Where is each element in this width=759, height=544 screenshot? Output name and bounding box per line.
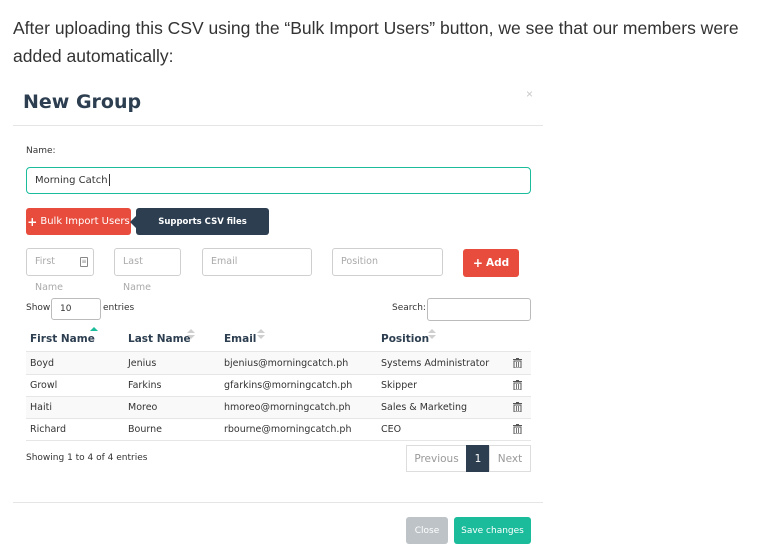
- position-field[interactable]: Position: [332, 248, 443, 276]
- row-divider: [26, 374, 531, 375]
- contact-card-icon: ≡: [80, 257, 88, 267]
- trash-icon[interactable]: [513, 380, 522, 390]
- sort-icon[interactable]: [90, 327, 98, 339]
- pagination-page-1[interactable]: 1: [466, 445, 490, 472]
- add-label: Add: [485, 257, 510, 269]
- cell-position: Sales & Marketing: [381, 402, 468, 413]
- pagination-next[interactable]: Next: [489, 445, 531, 472]
- group-name-value: Morning Catch: [35, 175, 108, 186]
- footer-divider: [13, 502, 543, 503]
- row-divider: [26, 440, 531, 441]
- row-divider: [26, 418, 531, 419]
- bulk-import-users-button[interactable]: + Bulk Import Users: [26, 208, 131, 235]
- name-label: Name:: [26, 146, 56, 156]
- show-label: Show: [26, 303, 51, 313]
- last-name-field[interactable]: Last Name: [114, 248, 181, 293]
- csv-tooltip: Supports CSV files: [130, 208, 269, 235]
- column-header-first-name[interactable]: First Name: [30, 333, 95, 345]
- cell-position: Systems Administrator: [381, 358, 490, 369]
- plus-icon: +: [27, 214, 38, 229]
- column-header-last-name[interactable]: Last Name: [128, 333, 191, 345]
- cell-last-name: Bourne: [128, 424, 162, 435]
- bulk-import-label: Bulk Import Users: [40, 216, 130, 227]
- close-button[interactable]: Close: [406, 517, 448, 544]
- search-label: Search:: [392, 303, 426, 313]
- entries-select[interactable]: 10: [51, 298, 101, 320]
- cell-email: bjenius@morningcatch.ph: [224, 358, 349, 369]
- cell-first-name: Richard: [30, 424, 67, 435]
- email-placeholder: Email: [211, 256, 238, 267]
- sort-icon[interactable]: [187, 329, 195, 341]
- trash-icon[interactable]: [513, 358, 522, 368]
- showing-entries-text: Showing 1 to 4 of 4 entries: [26, 453, 148, 463]
- add-member-button[interactable]: + Add: [463, 249, 519, 277]
- save-changes-button[interactable]: Save changes: [454, 517, 531, 544]
- cell-last-name: Jenius: [128, 358, 157, 369]
- position-placeholder: Position: [341, 256, 378, 267]
- close-icon[interactable]: ×: [526, 87, 533, 101]
- cell-first-name: Boyd: [30, 358, 54, 369]
- new-group-modal: New Group × Name: Morning Catch + Bulk I…: [13, 80, 543, 544]
- cell-first-name: Growl: [30, 380, 58, 391]
- modal-title: New Group: [23, 91, 142, 113]
- group-name-input[interactable]: Morning Catch: [26, 167, 531, 194]
- header-divider: [13, 125, 543, 126]
- first-name-field[interactable]: First Name ≡: [26, 248, 94, 293]
- cell-first-name: Haiti: [30, 402, 52, 413]
- email-field[interactable]: Email: [202, 248, 312, 276]
- table-search-input[interactable]: [427, 298, 531, 321]
- sort-icon[interactable]: [428, 329, 436, 341]
- cell-email: rbourne@morningcatch.ph: [224, 424, 352, 435]
- cell-last-name: Farkins: [128, 380, 162, 391]
- text-caret: [108, 174, 110, 186]
- entries-label: entries: [103, 303, 135, 313]
- trash-icon[interactable]: [513, 424, 522, 434]
- cell-email: hmoreo@morningcatch.ph: [224, 402, 351, 413]
- column-header-position[interactable]: Position: [381, 333, 429, 345]
- sort-icon[interactable]: [257, 329, 265, 341]
- intro-paragraph: After uploading this CSV using the “Bulk…: [13, 18, 739, 66]
- cell-position: CEO: [381, 424, 402, 435]
- pagination-previous[interactable]: Previous: [406, 445, 467, 472]
- first-name-placeholder: First Name: [35, 256, 64, 293]
- cell-last-name: Moreo: [128, 402, 158, 413]
- trash-icon[interactable]: [513, 402, 522, 412]
- cell-position: Skipper: [381, 380, 417, 391]
- column-header-email[interactable]: Email: [224, 333, 256, 345]
- cell-email: gfarkins@morningcatch.ph: [224, 380, 353, 391]
- plus-icon: +: [472, 256, 483, 270]
- last-name-placeholder: Last Name: [123, 256, 152, 293]
